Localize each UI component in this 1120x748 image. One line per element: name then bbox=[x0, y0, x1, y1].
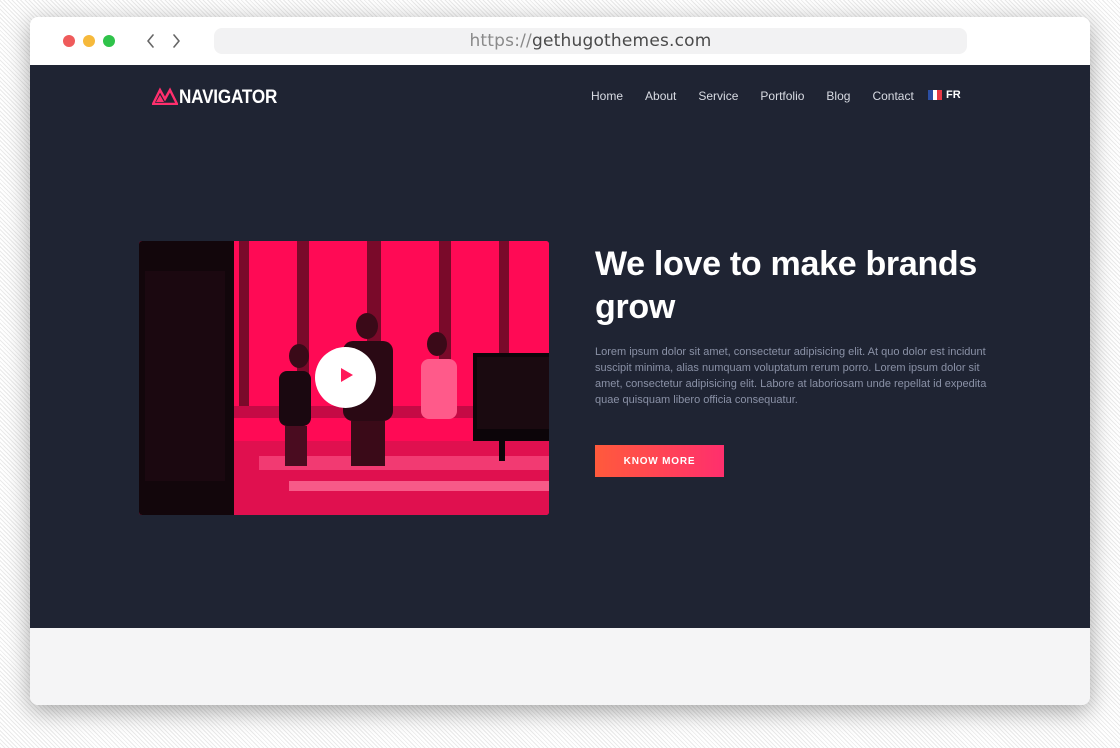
language-label: FR bbox=[946, 89, 961, 101]
main-menu: Home About Service Portfolio Blog Contac… bbox=[591, 89, 936, 103]
chevron-right-icon[interactable] bbox=[166, 29, 186, 53]
hero-description: Lorem ipsum dolor sit amet, consectetur … bbox=[595, 346, 987, 406]
minimize-window-button[interactable] bbox=[83, 35, 95, 47]
browser-chrome: https://gethugothemes.com bbox=[30, 17, 1090, 65]
play-button[interactable] bbox=[315, 347, 376, 408]
menu-item-contact[interactable]: Contact bbox=[872, 89, 913, 103]
menu-item-about[interactable]: About bbox=[645, 89, 676, 103]
hero-headline: We love to make brands grow bbox=[595, 245, 978, 326]
close-window-button[interactable] bbox=[63, 35, 75, 47]
navigator-logo-icon bbox=[151, 86, 179, 110]
france-flag-icon bbox=[928, 90, 943, 100]
next-section bbox=[30, 628, 1090, 705]
url-host: gethugothemes.com bbox=[532, 31, 712, 51]
know-more-button[interactable]: KNOW MORE bbox=[595, 445, 724, 477]
logo-text: NAVIGATOR bbox=[179, 87, 278, 108]
browser-window: https://gethugothemes.com NAVIGATOR Home… bbox=[30, 17, 1090, 705]
hero-section: NAVIGATOR Home About Service Portfolio B… bbox=[30, 65, 1090, 628]
chevron-left-icon[interactable] bbox=[141, 29, 161, 53]
site-logo[interactable]: NAVIGATOR bbox=[151, 86, 288, 110]
play-icon bbox=[337, 366, 355, 389]
maximize-window-button[interactable] bbox=[103, 35, 115, 47]
menu-item-home[interactable]: Home bbox=[591, 89, 623, 103]
menu-item-service[interactable]: Service bbox=[698, 89, 738, 103]
address-bar[interactable]: https://gethugothemes.com bbox=[214, 28, 967, 54]
menu-item-portfolio[interactable]: Portfolio bbox=[760, 89, 804, 103]
language-switcher[interactable]: FR bbox=[928, 89, 961, 101]
url-protocol: https:// bbox=[469, 31, 532, 51]
hero-video[interactable] bbox=[139, 241, 549, 515]
menu-item-blog[interactable]: Blog bbox=[826, 89, 850, 103]
